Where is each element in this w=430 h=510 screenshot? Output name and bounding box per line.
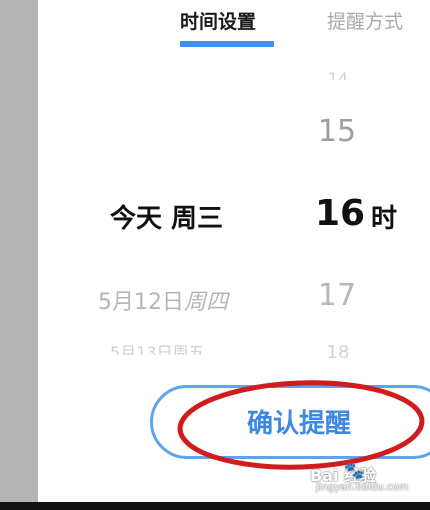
- hour-option-14[interactable]: 14: [316, 66, 360, 80]
- day-picker-next-2[interactable]: 5月13日周五: [110, 340, 205, 355]
- bottom-edge-bar: [0, 502, 430, 510]
- tab-reminder-method[interactable]: 提醒方式: [327, 10, 403, 34]
- hour-picker-selected[interactable]: 16: [315, 193, 365, 234]
- confirm-reminder-label: 确认提醒: [247, 409, 352, 439]
- hour-unit-label: 时: [371, 204, 398, 234]
- hour-option-17[interactable]: 17: [312, 278, 362, 313]
- active-tab-indicator: [180, 41, 274, 47]
- day-picker-next[interactable]: 5月12日周四: [98, 284, 228, 316]
- day-next-weekday: 周四: [184, 290, 229, 315]
- day-picker-selected[interactable]: 今天 周三: [110, 198, 223, 235]
- day-next-date: 5月12日: [98, 290, 184, 315]
- baidu-watermark: Bai 经验 🐾 jingyan.baidu.com: [310, 461, 428, 502]
- paw-icon: 🐾: [344, 461, 364, 480]
- left-side-panel: [0, 0, 38, 510]
- hour-option-15[interactable]: 15: [312, 114, 362, 149]
- tab-time-settings[interactable]: 时间设置: [180, 10, 256, 34]
- hour-option-18[interactable]: 18: [316, 340, 360, 358]
- watermark-url: jingyan.baidu.com: [316, 482, 409, 493]
